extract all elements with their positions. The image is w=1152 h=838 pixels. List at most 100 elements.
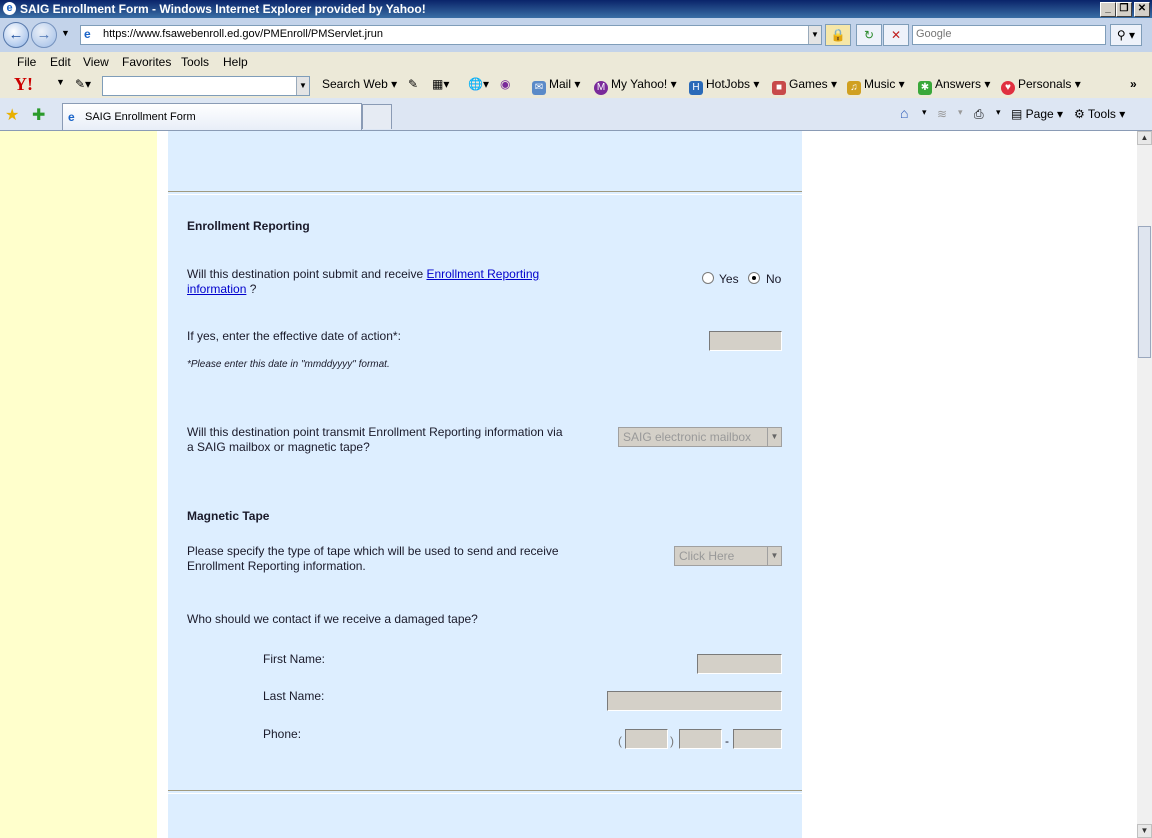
- address-dropdown-icon[interactable]: ▼: [808, 26, 821, 44]
- my-yahoo-button[interactable]: M My Yahoo! ▾: [594, 77, 677, 95]
- new-tab-button[interactable]: [362, 104, 392, 129]
- radio-no[interactable]: [748, 272, 760, 284]
- pencil-icon[interactable]: ✎▾: [75, 77, 91, 91]
- phone-prefix-input[interactable]: [679, 729, 722, 749]
- enrollment-reporting-question: Will this destination point submit and r…: [187, 267, 587, 297]
- section-divider-bottom: [168, 790, 802, 794]
- page-menu-label: Page: [1025, 107, 1054, 121]
- tape-question-line2: Enrollment Reporting information.: [187, 559, 366, 573]
- music-icon: ♫: [847, 81, 861, 95]
- my-yahoo-label: My Yahoo!: [611, 77, 668, 91]
- menu-view[interactable]: View: [83, 55, 109, 69]
- ie-app-icon: e: [3, 2, 16, 15]
- menu-tools[interactable]: Tools: [181, 55, 209, 69]
- globe-icon[interactable]: 🌐▾: [468, 77, 489, 91]
- yahoo-dropdown-icon[interactable]: ▼: [56, 77, 65, 87]
- menu-file[interactable]: File: [17, 55, 36, 69]
- stop-icon[interactable]: ✕: [883, 24, 909, 46]
- menu-help[interactable]: Help: [223, 55, 248, 69]
- headphones-icon[interactable]: ◉: [500, 77, 510, 91]
- scroll-down-arrow[interactable]: ▼: [1137, 824, 1152, 838]
- yahoo-search-input[interactable]: [103, 77, 292, 93]
- tools-menu[interactable]: ⚙ Tools ▾: [1074, 107, 1125, 121]
- heart-icon: ♥: [1001, 81, 1015, 95]
- form-fill-icon[interactable]: ▦▾: [432, 77, 449, 91]
- yahoo-mail-button[interactable]: ✉ Mail ▾: [532, 77, 580, 95]
- google-search-input[interactable]: [913, 26, 1105, 42]
- tab-bar: ★ ✚ e SAIG Enrollment Form ⌂ ▾ ≋ ▾ ⎙ ▾ ▤…: [0, 98, 1152, 131]
- personals-button[interactable]: ♥ Personals ▾: [1001, 77, 1081, 95]
- page-menu[interactable]: ▤ Page ▾: [1011, 107, 1063, 121]
- date-format-note: *Please enter this date in "mmddyyyy" fo…: [187, 359, 390, 370]
- phone-line-input[interactable]: [733, 729, 782, 749]
- vertical-scrollbar[interactable]: ▲ ▼: [1137, 131, 1152, 838]
- history-dropdown-icon[interactable]: ▼: [61, 28, 70, 38]
- radio-yes[interactable]: [702, 272, 714, 284]
- feeds-dropdown-icon[interactable]: ▾: [958, 107, 963, 118]
- left-sidebar: [0, 131, 157, 838]
- enrollment-reporting-link[interactable]: Enrollment Reporting: [426, 267, 539, 281]
- transmit-question-line1: Will this destination point transmit Enr…: [187, 425, 563, 439]
- transmit-method-select[interactable]: SAIG electronic mailbox ▼: [618, 427, 782, 447]
- menu-edit[interactable]: Edit: [50, 55, 71, 69]
- ie-page-icon: e: [84, 27, 91, 41]
- minimize-button[interactable]: _: [1100, 2, 1116, 17]
- scroll-thumb[interactable]: [1138, 226, 1151, 358]
- music-button[interactable]: ♫ Music ▾: [847, 77, 905, 95]
- scroll-up-arrow[interactable]: ▲: [1137, 131, 1152, 145]
- damaged-tape-contact-question: Who should we contact if we receive a da…: [187, 612, 478, 626]
- first-name-label: First Name:: [263, 652, 326, 666]
- favorites-star-icon[interactable]: ★: [5, 105, 19, 125]
- menu-favorites[interactable]: Favorites: [122, 55, 171, 69]
- enrollment-reporting-info-link[interactable]: information: [187, 282, 246, 296]
- home-dropdown-icon[interactable]: ▾: [922, 107, 927, 118]
- feeds-icon[interactable]: ≋: [937, 107, 947, 121]
- first-name-input[interactable]: [697, 654, 782, 674]
- highlight-icon[interactable]: ✎: [408, 77, 418, 91]
- phone-area-code-input[interactable]: [625, 729, 668, 749]
- mail-label: Mail: [549, 77, 572, 91]
- yahoo-search-dropdown-icon[interactable]: ▼: [296, 77, 309, 95]
- print-icon[interactable]: ⎙: [974, 107, 984, 122]
- radio-yes-label: Yes: [719, 272, 739, 286]
- last-name-label: Last Name:: [263, 689, 325, 703]
- maximize-button[interactable]: ❐: [1116, 2, 1132, 17]
- hotjobs-label: HotJobs: [706, 77, 751, 91]
- music-label: Music: [864, 77, 896, 91]
- address-bar[interactable]: e https://www.fsawebenroll.ed.gov/PMEnro…: [80, 25, 822, 45]
- hotjobs-button[interactable]: H HotJobs ▾: [689, 77, 759, 95]
- toolbar-overflow-icon[interactable]: »: [1130, 77, 1137, 91]
- address-url[interactable]: https://www.fsawebenroll.ed.gov/PMEnroll…: [103, 28, 383, 40]
- tape-type-select[interactable]: Click Here ▼: [674, 546, 782, 566]
- lock-icon[interactable]: 🔒: [825, 24, 851, 46]
- transmit-method-value: SAIG electronic mailbox: [623, 430, 752, 444]
- chevron-down-icon[interactable]: ▼: [767, 428, 781, 446]
- games-button[interactable]: ■ Games ▾: [772, 77, 837, 95]
- close-button[interactable]: ✕: [1134, 2, 1150, 17]
- section-title-enrollment-reporting: Enrollment Reporting: [187, 219, 310, 233]
- yahoo-logo[interactable]: Y!: [14, 74, 33, 95]
- google-search-box[interactable]: [912, 25, 1106, 45]
- back-button[interactable]: ←: [3, 22, 29, 48]
- yahoo-search-box[interactable]: ▼: [102, 76, 310, 96]
- effective-date-input[interactable]: [709, 331, 782, 351]
- home-icon[interactable]: ⌂: [900, 105, 908, 121]
- search-web-button[interactable]: Search Web ▾: [322, 77, 397, 91]
- refresh-icon[interactable]: ↻: [856, 24, 882, 46]
- chevron-down-icon[interactable]: ▼: [767, 547, 781, 565]
- forward-button[interactable]: →: [31, 22, 57, 48]
- search-icon[interactable]: ⚲ ▾: [1110, 24, 1142, 46]
- yahoo-toolbar: Y! ▼ ✎▾ ▼ Search Web ▾ ✎ ▦▾ 🌐▾ ◉ ✉ Mail ▾…: [0, 73, 1152, 99]
- games-icon: ■: [772, 81, 786, 95]
- address-toolbar: ← → ▼ e https://www.fsawebenroll.ed.gov/…: [0, 18, 1152, 52]
- tape-type-value: Click Here: [679, 549, 735, 563]
- last-name-input[interactable]: [607, 691, 782, 711]
- tab-title: SAIG Enrollment Form: [85, 111, 196, 123]
- page-content: Enrollment Reporting Will this destinati…: [0, 131, 1137, 838]
- answers-button[interactable]: ✱ Answers ▾: [918, 77, 990, 95]
- print-dropdown-icon[interactable]: ▾: [996, 107, 1001, 118]
- radio-no-label: No: [766, 272, 782, 286]
- personals-label: Personals: [1018, 77, 1072, 91]
- add-favorites-icon[interactable]: ✚: [32, 105, 45, 125]
- tab-saig-enrollment[interactable]: e SAIG Enrollment Form: [62, 103, 362, 130]
